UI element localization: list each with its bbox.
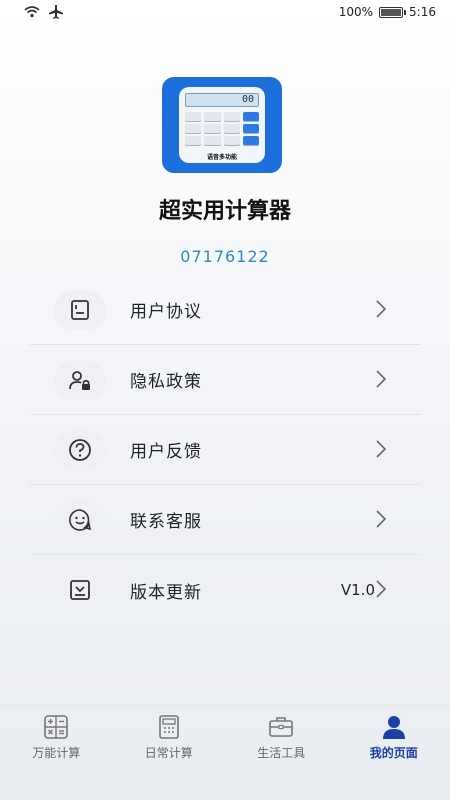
menu-item-version-update[interactable]: 版本更新 V1.0: [30, 555, 421, 625]
status-left: [24, 5, 64, 19]
menu-item-user-feedback[interactable]: 用户反馈: [30, 415, 421, 485]
airplane-icon: [49, 5, 63, 19]
app-code: 07176122: [180, 247, 270, 266]
tab-universal-calc[interactable]: 万能计算: [0, 706, 113, 765]
battery-percent: 100%: [338, 5, 374, 19]
tab-life-tools[interactable]: 生活工具: [225, 706, 338, 765]
briefcase-icon: [269, 717, 294, 737]
clock: 5:16: [409, 5, 436, 19]
person-icon: [382, 716, 405, 739]
tab-label: 万能计算: [32, 746, 81, 760]
app-logo: 00 语音多功能: [162, 77, 282, 173]
menu-label: 用户反馈: [130, 442, 202, 462]
calc-caption: 语音多功能: [206, 154, 237, 161]
menu-item-user-agreement[interactable]: 用户协议: [30, 275, 421, 345]
chat-smile-icon: [54, 499, 106, 540]
question-icon: [54, 429, 106, 470]
document-icon: [54, 289, 106, 330]
status-bar: 100% 5:16: [0, 0, 450, 24]
app-name: 超实用计算器: [158, 199, 291, 224]
tab-label: 我的页面: [369, 746, 418, 760]
battery-icon: [379, 6, 407, 18]
chevron-right-icon: [376, 370, 387, 388]
status-right: 100% 5:16: [339, 5, 436, 19]
calc-screen: 00: [185, 93, 259, 107]
chevron-right-icon: [376, 300, 387, 318]
chevron-right-icon: [376, 510, 387, 528]
settings-menu: 用户协议 隐私政策 用户反馈 联系客服 版本更新 V1.0: [30, 275, 421, 625]
menu-label: 联系客服: [130, 512, 202, 532]
tab-label: 日常计算: [144, 746, 193, 760]
tab-label: 生活工具: [257, 746, 306, 760]
download-box-icon: [54, 570, 106, 610]
calculator-icon: [158, 715, 179, 739]
menu-item-privacy-policy[interactable]: 隐私政策: [30, 345, 421, 415]
calculator-icon: 00 语音多功能: [179, 87, 265, 163]
chevron-right-icon: [376, 440, 387, 458]
menu-label: 隐私政策: [130, 372, 202, 392]
menu-label: 用户协议: [130, 302, 202, 322]
version-value: V1.0: [340, 581, 375, 599]
menu-item-contact-support[interactable]: 联系客服: [30, 485, 421, 555]
wifi-icon: [24, 6, 40, 18]
chevron-right-icon: [376, 580, 387, 598]
menu-label: 版本更新: [130, 582, 202, 603]
bottom-tab-bar: 万能计算 日常计算 生活工具 我的页面: [0, 705, 450, 765]
tab-my-page[interactable]: 我的页面: [338, 706, 450, 765]
calculator-grid-icon: [44, 715, 69, 739]
tab-daily-calc[interactable]: 日常计算: [113, 706, 226, 765]
user-lock-icon: [54, 359, 106, 400]
